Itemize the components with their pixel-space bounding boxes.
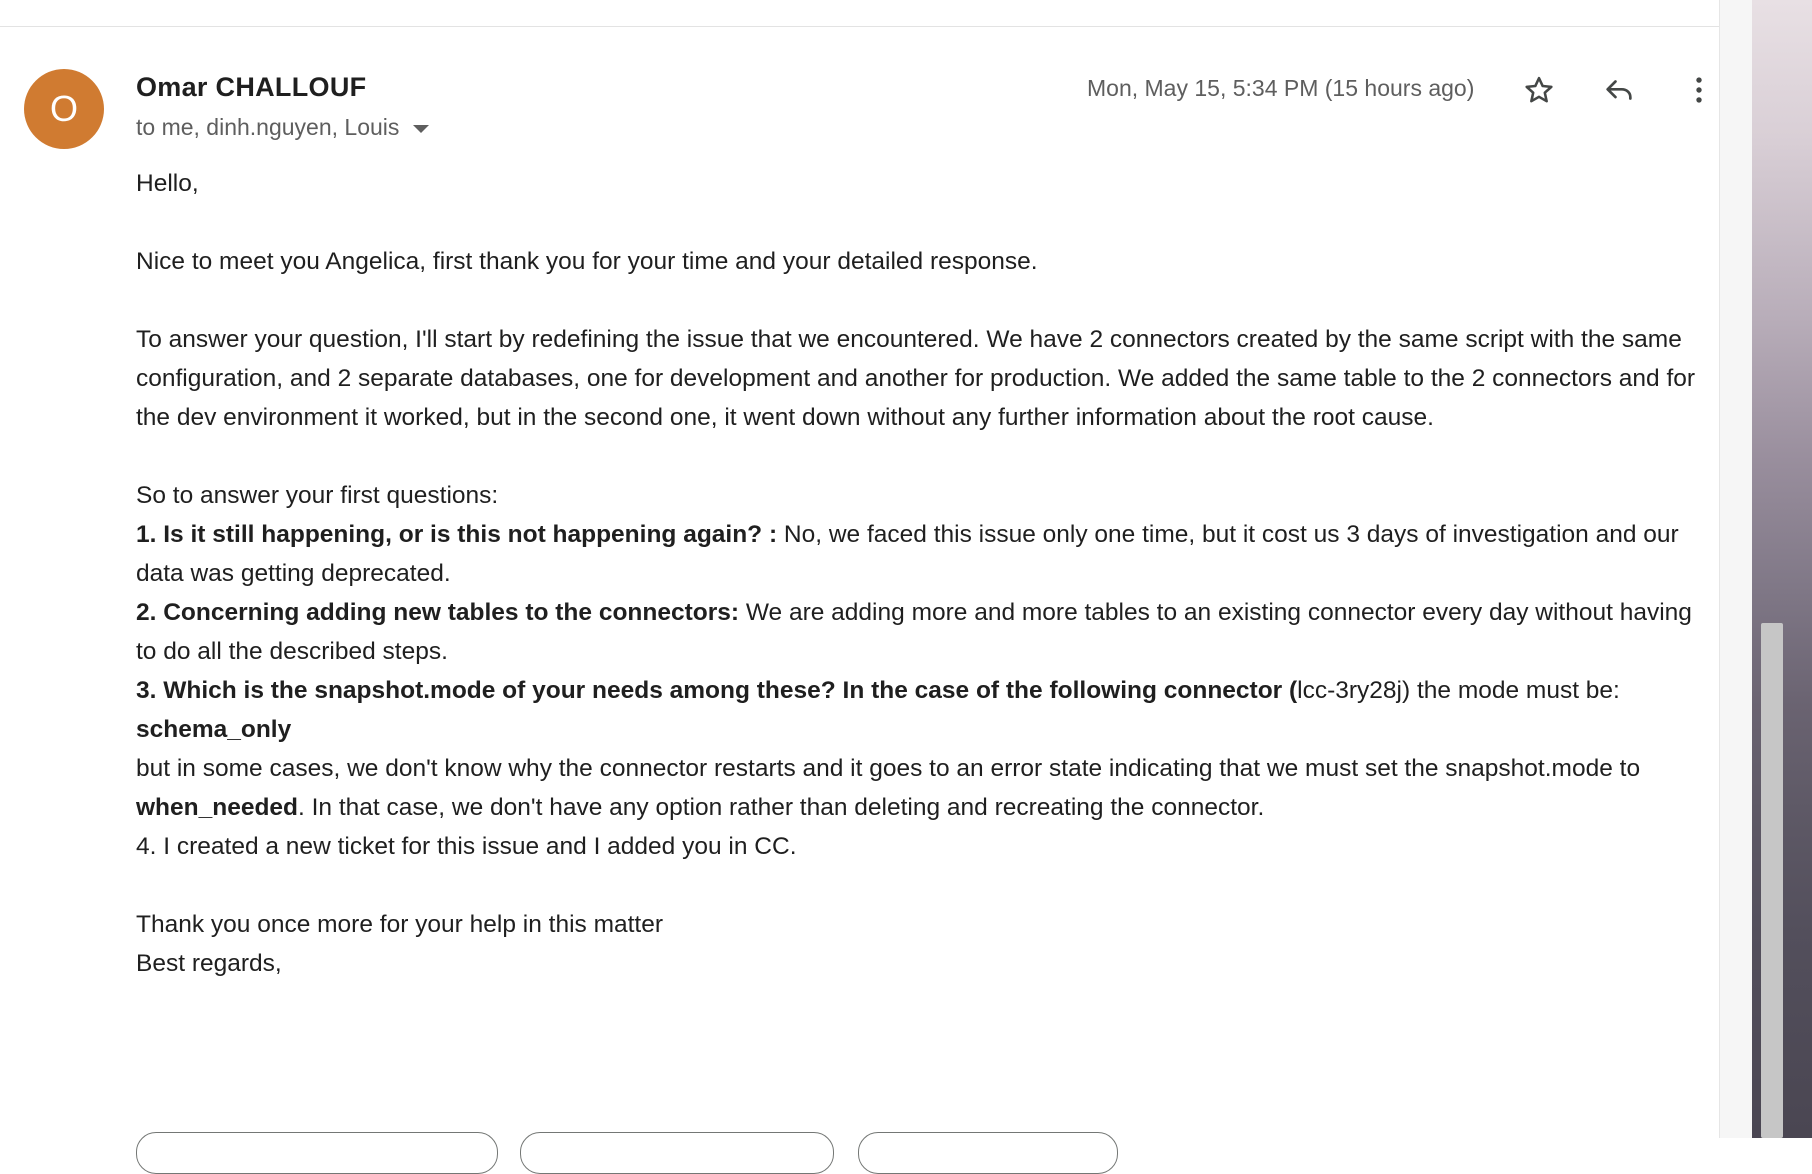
smart-reply-chip[interactable] [858,1132,1118,1174]
more-options-button[interactable] [1679,70,1719,110]
thanks-line: Thank you once more for your help in thi… [136,911,664,938]
more-vert-icon [1696,77,1702,103]
answer-3: 3. Which is the snapshot.mode of your ne… [136,671,1716,710]
question-3: 3. Which is the snapshot.mode of your ne… [136,677,1298,704]
avatar-letter: O [49,88,78,129]
smart-reply-chip[interactable] [136,1132,498,1174]
smart-reply-chip[interactable] [520,1132,834,1174]
scrollbar-thumb[interactable] [1761,623,1783,1138]
message-body: Hello, Nice to meet you Angelica, first … [136,164,1716,983]
answer-1: 1. Is it still happening, or is this not… [136,515,1716,593]
email-thread-view: O Omar CHALLOUF to me, dinh.nguyen, Loui… [0,0,1812,1174]
message-date: Mon, May 15, 5:34 PM (15 hours ago) [1087,75,1475,101]
star-icon [1525,76,1553,103]
answer-3-followup-b: . In that case, we don't have any option… [298,794,1265,821]
reply-button[interactable] [1599,70,1639,110]
answer-2: 2. Concerning adding new tables to the c… [136,593,1716,671]
reply-icon [1606,80,1632,100]
greeting: Hello, [136,170,199,197]
issue-paragraph: To answer your question, I'll start by r… [136,326,1696,431]
star-button[interactable] [1519,70,1559,110]
signoff-line: Best regards, [136,950,282,977]
recipients-line[interactable]: to me, dinh.nguyen, Louis [136,114,430,141]
sender-avatar[interactable]: O [24,69,104,149]
question-2: 2. Concerning adding new tables to the c… [136,599,740,626]
header-divider [0,26,1719,27]
answer-3-followup: but in some cases, we don't know why the… [136,749,1716,827]
scrollbar-track[interactable] [1719,0,1753,1138]
snapshot-mode-value: schema_only [136,716,292,743]
sender-name[interactable]: Omar CHALLOUF [136,72,366,103]
intro-paragraph: Nice to meet you Angelica, first thank y… [136,248,1038,275]
answer-3-text: lcc-3ry28j) the mode must be: [1297,677,1620,704]
questions-intro: So to answer your first questions: [136,482,499,509]
question-1: 1. Is it still happening, or is this not… [136,521,778,548]
show-details-dropdown-icon[interactable] [413,124,430,133]
answer-4: 4. I created a new ticket for this issue… [136,833,797,860]
answer-3-followup-a: but in some cases, we don't know why the… [136,755,1641,782]
recipients-text: to me, dinh.nguyen, Louis [136,114,400,140]
when-needed-mode: when_needed [136,794,299,821]
